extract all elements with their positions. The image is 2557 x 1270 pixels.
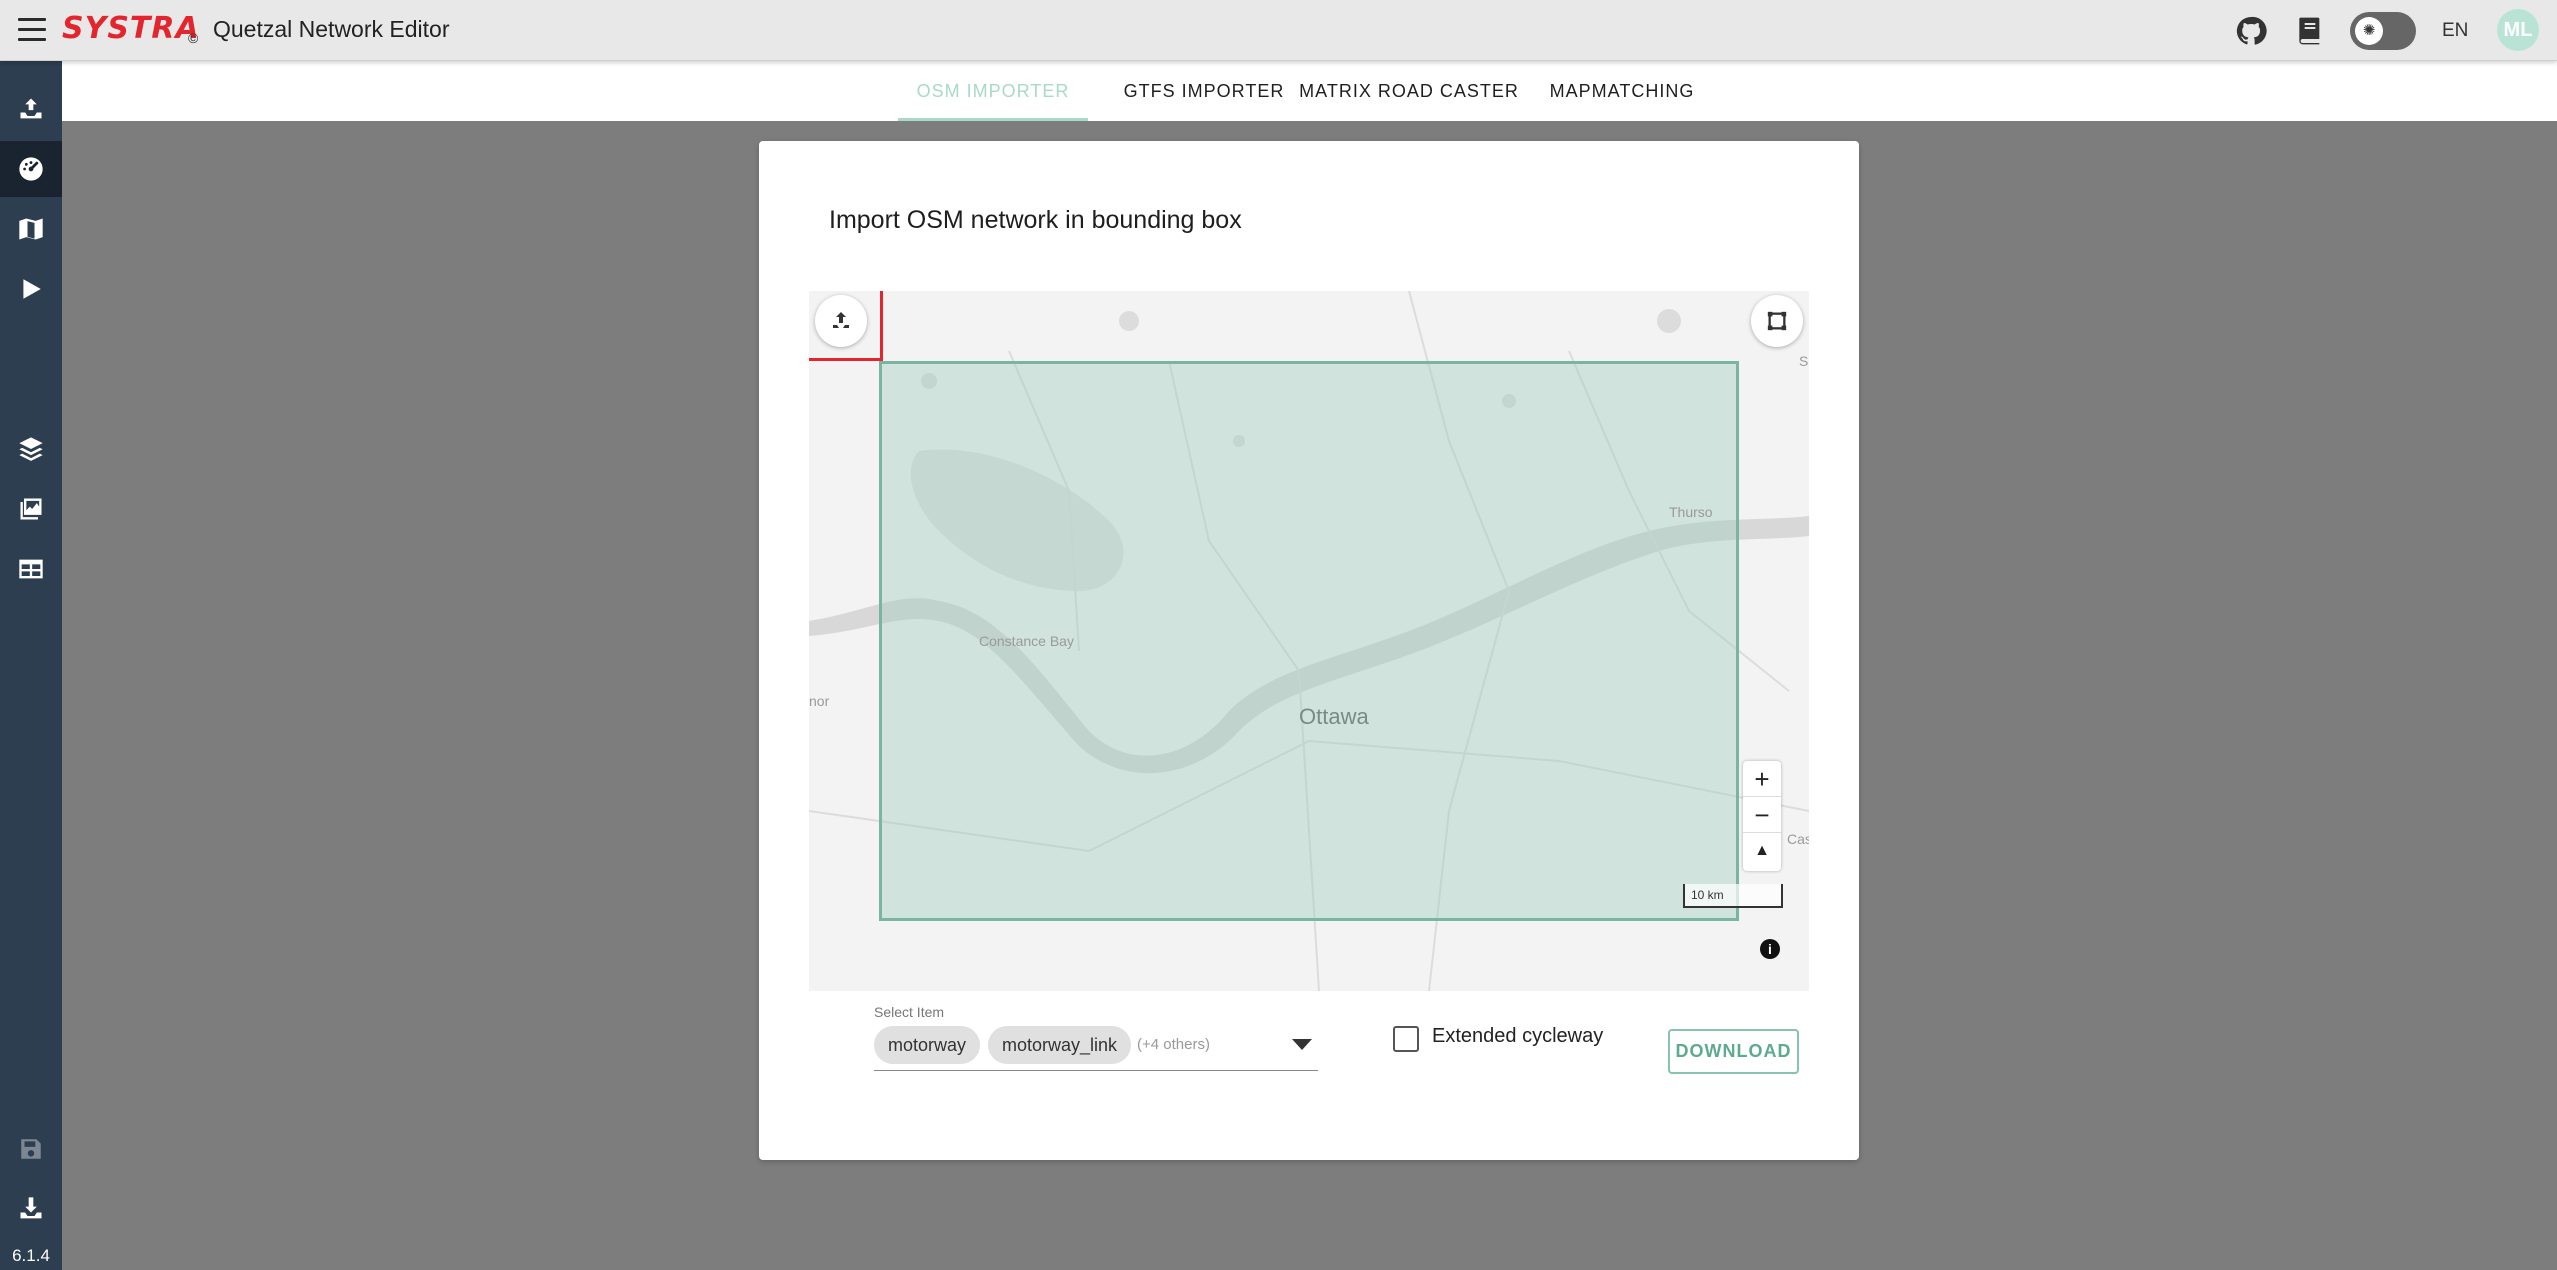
import-icon[interactable] [0,81,62,137]
language-selector[interactable]: EN [2442,20,2468,42]
tab-osm-importer[interactable]: OSM IMPORTER [898,61,1088,121]
docs-book-icon[interactable] [2294,15,2326,47]
draw-rectangle-button[interactable] [1751,295,1803,347]
github-icon[interactable] [2235,15,2267,47]
upload-geojson-button[interactable] [815,295,867,347]
theme-toggle[interactable]: ✺ [2350,12,2416,50]
dashboard-icon[interactable] [0,141,62,197]
map-label-s: S [1799,353,1809,369]
upload-icon [833,312,849,328]
attribution-info-icon[interactable]: i [1760,939,1780,959]
compass-button[interactable]: ▲ [1743,833,1781,869]
importer-tabs: OSM IMPORTER GTFS IMPORTER MATRIX ROAD C… [62,61,2557,121]
menu-icon[interactable] [18,18,46,42]
map-scale: 10 km [1683,884,1783,908]
tab-matrix-road-caster[interactable]: MATRIX ROAD CASTER [1294,61,1524,121]
sun-icon: ✺ [2355,17,2383,45]
map-label-nor: nor [809,693,830,709]
layers-icon[interactable] [0,421,62,477]
download-button[interactable]: DOWNLOAD [1668,1029,1799,1074]
sidebar: 6.1.4 [0,61,62,1270]
card-title: Import OSM network in bounding box [829,206,1242,234]
top-bar: SYSTRA © Quetzal Network Editor ✺ EN ML [0,0,2557,61]
extended-cycleway-label[interactable]: Extended cycleway [1432,1025,1603,1048]
map-label-constance-bay: Constance Bay [979,633,1074,649]
extended-cycleway-checkbox[interactable] [1393,1026,1419,1052]
osm-import-card: Import OSM network in bounding box Ottaw… [759,141,1859,1160]
chevron-down-icon[interactable] [1292,1039,1312,1050]
zoom-controls: + − ▲ [1743,761,1781,871]
zoom-in-button[interactable]: + [1743,761,1781,797]
zoom-out-button[interactable]: − [1743,797,1781,833]
map-label-thurso: Thurso [1669,504,1713,520]
systra-logo: SYSTRA [62,11,200,46]
gallery-icon[interactable] [0,481,62,537]
app-version: 6.1.4 [12,1246,50,1265]
tab-gtfs-importer[interactable]: GTFS IMPORTER [1100,61,1308,121]
run-icon[interactable] [0,261,62,317]
save-icon[interactable] [0,1121,62,1177]
table-icon[interactable] [0,541,62,597]
map-icon[interactable] [0,201,62,257]
map-label-ottawa: Ottawa [1299,704,1369,729]
chip-motorway[interactable]: motorway [874,1026,981,1064]
logo-mark: © [188,30,199,46]
highway-type-select[interactable]: Select Item motorway motorway_link (+4 o… [874,1001,1318,1071]
tab-mapmatching[interactable]: MAPMATCHING [1542,61,1702,121]
bbox-map[interactable]: Ottawa Constance Bay Thurso Cas nor S + … [809,291,1809,991]
avatar[interactable]: ML [2497,9,2539,51]
rectangle-icon [1767,311,1787,331]
others-count: (+4 others) [1137,1036,1210,1053]
app-title: Quetzal Network Editor [213,16,450,42]
select-label: Select Item [874,1004,945,1020]
map-label-cas: Cas [1787,831,1809,847]
download-icon[interactable] [0,1181,62,1237]
chip-motorway-link[interactable]: motorway_link [988,1026,1132,1064]
